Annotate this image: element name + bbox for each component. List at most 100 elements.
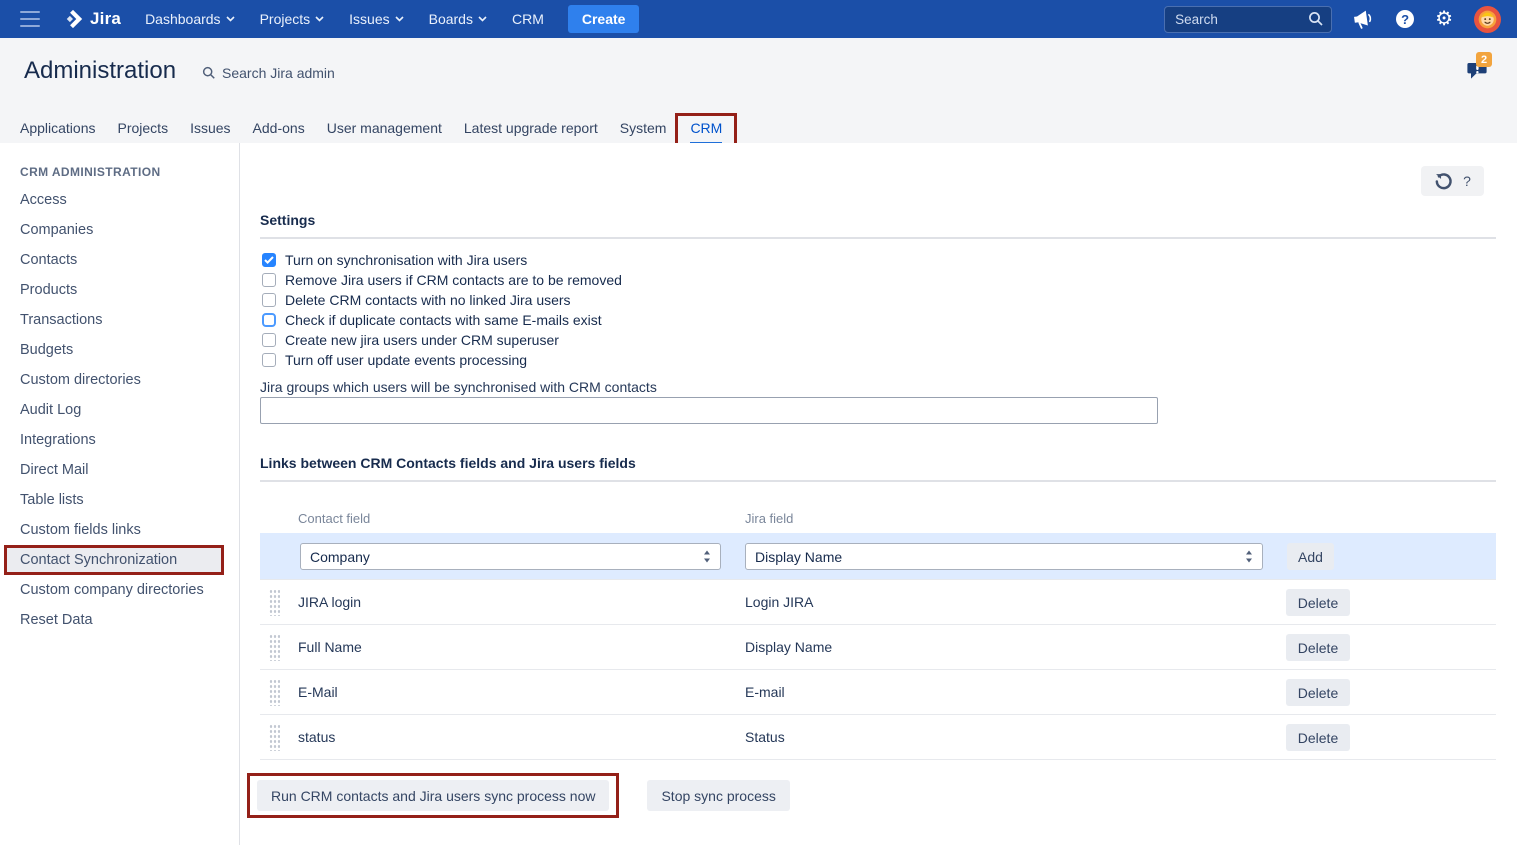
create-button[interactable]: Create bbox=[568, 5, 640, 33]
delete-button[interactable]: Delete bbox=[1286, 634, 1350, 661]
tab-applications[interactable]: Applications bbox=[20, 113, 96, 136]
checkbox-row: Create new jira users under CRM superuse… bbox=[262, 330, 622, 350]
chevron-down-icon bbox=[478, 16, 487, 22]
tab-crm[interactable]: CRM bbox=[690, 120, 722, 145]
content-toolbar: ? bbox=[1421, 166, 1484, 196]
new-link-row: Company Display Name Add bbox=[260, 533, 1496, 579]
sidebar-item-contacts[interactable]: Contacts bbox=[0, 245, 239, 275]
contact-field-value: JIRA login bbox=[298, 594, 361, 610]
stop-sync-button[interactable]: Stop sync process bbox=[647, 780, 789, 811]
sidebar-list: Access Companies Contacts Products Trans… bbox=[0, 185, 239, 635]
refresh-button[interactable] bbox=[1434, 172, 1453, 191]
sidebar-item-integrations[interactable]: Integrations bbox=[0, 425, 239, 455]
sidebar-item-table-lists[interactable]: Table lists bbox=[0, 485, 239, 515]
sidebar-item-custom-directories[interactable]: Custom directories bbox=[0, 365, 239, 395]
checkbox-create-new-jira-users[interactable] bbox=[262, 333, 276, 347]
sidebar-item-companies[interactable]: Companies bbox=[0, 215, 239, 245]
add-button[interactable]: Add bbox=[1287, 543, 1334, 570]
sidebar-item-budgets[interactable]: Budgets bbox=[0, 335, 239, 365]
tab-issues[interactable]: Issues bbox=[190, 113, 230, 136]
notification-icon[interactable]: 2 bbox=[1466, 60, 1489, 81]
checkbox-label: Delete CRM contacts with no linked Jira … bbox=[285, 292, 571, 308]
checkbox-label: Turn off user update events processing bbox=[285, 352, 527, 368]
nav-item-projects[interactable]: Projects bbox=[260, 11, 325, 27]
sidebar-heading: CRM ADMINISTRATION bbox=[0, 165, 239, 179]
jira-groups-label: Jira groups which users will be synchron… bbox=[260, 379, 657, 395]
delete-button[interactable]: Delete bbox=[1286, 589, 1350, 616]
checkbox-label: Remove Jira users if CRM contacts are to… bbox=[285, 272, 622, 288]
table-row: status Status Delete bbox=[260, 715, 1496, 760]
settings-divider bbox=[260, 237, 1496, 239]
crm-admin-sidebar: CRM ADMINISTRATION Access Companies Cont… bbox=[0, 143, 240, 845]
contact-field-select[interactable]: Company bbox=[300, 543, 721, 570]
tab-projects[interactable]: Projects bbox=[118, 113, 169, 136]
links-heading: Links between CRM Contacts fields and Ji… bbox=[260, 455, 636, 471]
contact-field-select-value: Company bbox=[310, 549, 370, 565]
sidebar-item-products[interactable]: Products bbox=[0, 275, 239, 305]
checkbox-turn-on-sync[interactable] bbox=[262, 253, 276, 267]
settings-gear-icon[interactable]: ⚙ bbox=[1435, 9, 1453, 29]
user-avatar[interactable] bbox=[1474, 6, 1501, 33]
sidebar-item-reset-data[interactable]: Reset Data bbox=[0, 605, 239, 635]
tab-system[interactable]: System bbox=[620, 113, 667, 136]
admin-search[interactable]: Search Jira admin bbox=[202, 65, 335, 81]
settings-checkbox-list: Turn on synchronisation with Jira users … bbox=[262, 250, 622, 370]
hamburger-menu-icon[interactable] bbox=[20, 11, 40, 27]
jira-field-value: Login JIRA bbox=[745, 594, 813, 610]
navbar-search bbox=[1164, 6, 1332, 33]
sidebar-item-custom-fields-links[interactable]: Custom fields links bbox=[0, 515, 239, 545]
tab-user-management[interactable]: User management bbox=[327, 113, 442, 136]
drag-handle-icon[interactable] bbox=[269, 679, 280, 706]
refresh-icon bbox=[1434, 172, 1453, 191]
delete-button[interactable]: Delete bbox=[1286, 679, 1350, 706]
checkbox-remove-jira-users[interactable] bbox=[262, 273, 276, 287]
run-sync-button[interactable]: Run CRM contacts and Jira users sync pro… bbox=[257, 780, 609, 811]
check-icon bbox=[264, 256, 274, 264]
sidebar-item-transactions[interactable]: Transactions bbox=[0, 305, 239, 335]
chevron-down-icon bbox=[226, 16, 235, 22]
checkbox-check-duplicates[interactable] bbox=[262, 313, 276, 327]
nav-item-boards[interactable]: Boards bbox=[429, 11, 487, 27]
jira-groups-input[interactable] bbox=[260, 397, 1158, 424]
nav-item-crm[interactable]: CRM bbox=[512, 11, 544, 27]
nav-item-label: Dashboards bbox=[145, 11, 221, 27]
sidebar-item-custom-company-directories[interactable]: Custom company directories bbox=[0, 575, 239, 605]
help-button[interactable]: ? bbox=[1463, 173, 1471, 189]
checkbox-row: Turn off user update events processing bbox=[262, 350, 622, 370]
links-table: JIRA login Login JIRA Delete Full Name D… bbox=[260, 579, 1496, 760]
help-icon[interactable]: ? bbox=[1396, 10, 1414, 28]
sidebar-item-access[interactable]: Access bbox=[0, 185, 239, 215]
jira-logo-text: Jira bbox=[90, 9, 121, 29]
delete-button[interactable]: Delete bbox=[1286, 724, 1350, 751]
sidebar-item-audit-log[interactable]: Audit Log bbox=[0, 395, 239, 425]
select-arrows-icon bbox=[703, 550, 711, 563]
drag-handle-icon[interactable] bbox=[269, 589, 280, 616]
checkbox-turn-off-user-update-events[interactable] bbox=[262, 353, 276, 367]
column-header-contact-field: Contact field bbox=[298, 511, 370, 526]
nav-item-dashboards[interactable]: Dashboards bbox=[145, 11, 235, 27]
search-input[interactable] bbox=[1164, 6, 1332, 33]
help-glyph: ? bbox=[1396, 10, 1414, 28]
settings-heading: Settings bbox=[260, 212, 315, 228]
nav-item-issues[interactable]: Issues bbox=[349, 11, 403, 27]
sidebar-item-direct-mail[interactable]: Direct Mail bbox=[0, 455, 239, 485]
jira-field-select[interactable]: Display Name bbox=[745, 543, 1263, 570]
nav-item-label: Boards bbox=[429, 11, 473, 27]
jira-field-value: E-mail bbox=[745, 684, 785, 700]
checkbox-delete-crm-contacts[interactable] bbox=[262, 293, 276, 307]
jira-logo[interactable]: Jira bbox=[62, 8, 121, 30]
contact-field-value: Full Name bbox=[298, 639, 362, 655]
announcement-icon[interactable] bbox=[1353, 10, 1375, 29]
page: Jira Dashboards Projects Issues Boards C… bbox=[0, 0, 1517, 845]
sidebar-item-contact-synchronization[interactable]: Contact Synchronization bbox=[4, 545, 224, 575]
drag-handle-icon[interactable] bbox=[269, 724, 280, 751]
tab-addons[interactable]: Add-ons bbox=[253, 113, 305, 136]
notification-badge: 2 bbox=[1476, 52, 1492, 67]
sync-actions: Run CRM contacts and Jira users sync pro… bbox=[240, 773, 790, 818]
tab-latest-upgrade-report[interactable]: Latest upgrade report bbox=[464, 113, 598, 136]
drag-handle-icon[interactable] bbox=[269, 634, 280, 661]
checkbox-label: Check if duplicate contacts with same E-… bbox=[285, 312, 602, 328]
chevron-down-icon bbox=[395, 16, 404, 22]
jira-logo-icon bbox=[62, 8, 84, 30]
search-icon bbox=[1308, 11, 1324, 27]
